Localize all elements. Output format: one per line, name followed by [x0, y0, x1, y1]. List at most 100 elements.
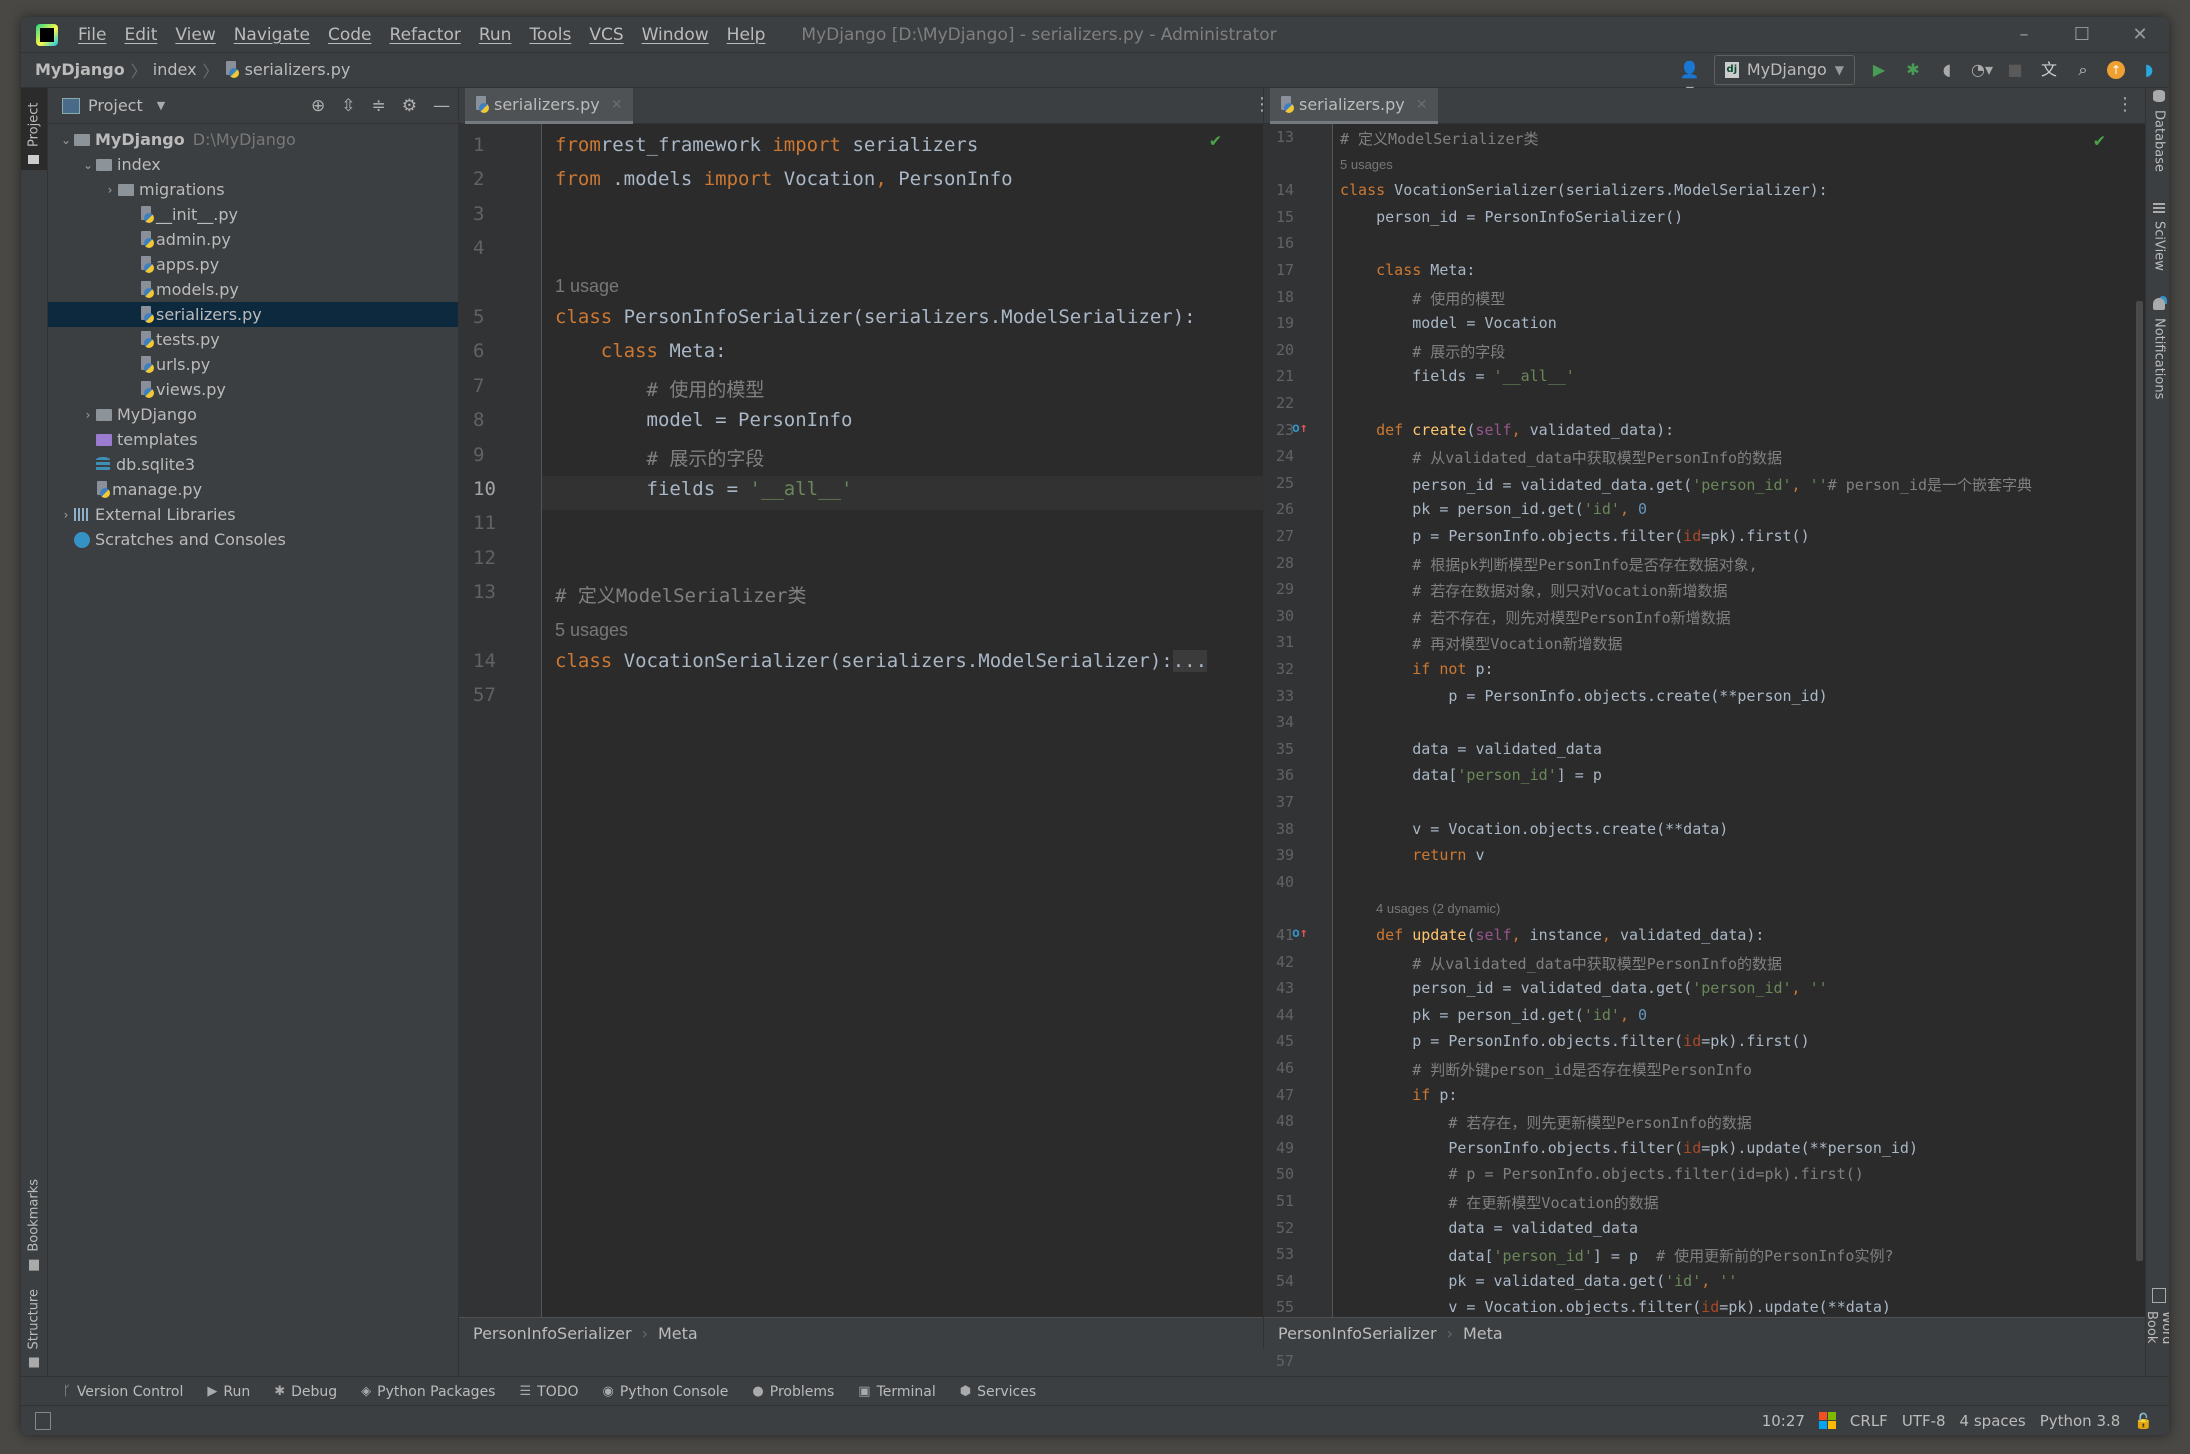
tree-item[interactable]: templates — [48, 427, 458, 452]
usages-hint[interactable]: 5 usages — [1340, 157, 1393, 172]
tool-window-run[interactable]: ▶ Run — [207, 1384, 250, 1400]
menu-code[interactable]: Code — [328, 25, 372, 45]
chevron-right-icon[interactable]: › — [58, 508, 74, 522]
sciview-tool-tab[interactable]: SciView — [2148, 203, 2169, 271]
notifications-tool-tab[interactable]: Notifications — [2148, 298, 2169, 399]
tool-window-debug[interactable]: ✱ Debug — [274, 1384, 337, 1400]
tool-window-problems[interactable]: ● Problems — [752, 1384, 834, 1400]
tree-item[interactable]: __init__.py — [48, 202, 458, 227]
toggle-tool-windows-icon[interactable] — [35, 1411, 51, 1430]
breadcrumb-file[interactable]: serializers.py — [245, 60, 351, 79]
chevron-down-icon[interactable]: ⌄ — [80, 158, 96, 172]
indent-setting[interactable]: 4 spaces — [1960, 1412, 2026, 1430]
tree-item[interactable]: models.py — [48, 277, 458, 302]
menu-view[interactable]: View — [175, 25, 215, 45]
close-tab-icon[interactable]: ✕ — [1416, 97, 1428, 113]
tree-item[interactable]: urls.py — [48, 352, 458, 377]
breadcrumb-class[interactable]: PersonInfoSerializer — [473, 1324, 632, 1343]
tool-window-terminal[interactable]: ▣ Terminal — [858, 1384, 935, 1400]
no-problems-check-icon[interactable]: ✔ — [1210, 130, 1221, 151]
coverage-icon[interactable]: ◖ — [1937, 60, 1957, 80]
tool-window-todo[interactable]: ☰ TODO — [519, 1384, 578, 1400]
menu-window[interactable]: Window — [642, 25, 709, 45]
override-method-icon[interactable]: o↑ — [1292, 421, 1308, 436]
breadcrumb-project[interactable]: MyDjango — [35, 60, 125, 79]
folded-code-placeholder[interactable]: ... — [1172, 650, 1208, 672]
python-interpreter[interactable]: Python 3.8 — [2040, 1412, 2121, 1430]
line-separator[interactable]: CRLF — [1850, 1412, 1888, 1430]
code-area[interactable]: 1 fromrest_framework import serializers 2 f… — [459, 124, 1283, 1348]
database-tool-tab[interactable]: Database — [2148, 90, 2169, 172]
menu-tools[interactable]: Tools — [529, 25, 571, 45]
menu-help[interactable]: Help — [727, 25, 766, 45]
structure-tool-tab[interactable]: Structure — [21, 1283, 47, 1373]
translate-icon[interactable]: 文 — [2039, 60, 2059, 80]
tree-item[interactable]: apps.py — [48, 252, 458, 277]
collapse-all-icon[interactable]: ≑ — [372, 96, 386, 116]
tree-item[interactable]: ⌄ index — [48, 152, 458, 177]
menu-navigate[interactable]: Navigate — [234, 25, 310, 45]
editor-tab[interactable]: serializers.py ✕ — [1270, 88, 1438, 124]
expand-all-icon[interactable]: ⇳ — [341, 96, 355, 116]
breadcrumb-folder[interactable]: index — [153, 60, 197, 79]
override-method-icon[interactable]: o↑ — [1292, 926, 1308, 941]
tree-item[interactable]: tests.py — [48, 327, 458, 352]
menu-file[interactable]: File — [78, 25, 106, 45]
tool-window-python-packages[interactable]: ◈ Python Packages — [361, 1384, 495, 1400]
minimize-button[interactable]: – — [1995, 17, 2053, 52]
breadcrumb-class[interactable]: PersonInfoSerializer — [1278, 1324, 1437, 1343]
chevron-down-icon[interactable]: ⌄ — [58, 133, 74, 147]
breadcrumb-meta[interactable]: Meta — [1463, 1324, 1503, 1343]
wordbook-tool-tab[interactable]: Word Book — [2144, 1288, 2169, 1378]
breadcrumb-meta[interactable]: Meta — [658, 1324, 698, 1343]
editor-tab[interactable]: serializers.py ✕ — [465, 88, 633, 124]
menu-run[interactable]: Run — [479, 25, 512, 45]
profile-icon[interactable]: ◔▾ — [1971, 60, 1993, 80]
chevron-right-icon[interactable]: › — [80, 408, 96, 422]
tree-item[interactable]: views.py — [48, 377, 458, 402]
tree-item[interactable]: serializers.py — [48, 302, 458, 327]
tree-item[interactable]: › MyDjango — [48, 402, 458, 427]
locate-icon[interactable]: ⊕ — [311, 96, 325, 116]
tool-window-python-console[interactable]: ◉ Python Console — [603, 1384, 729, 1400]
tree-item[interactable]: › migrations — [48, 177, 458, 202]
chevron-right-icon[interactable]: › — [102, 183, 118, 197]
tree-item[interactable]: db.sqlite3 — [48, 452, 458, 477]
usages-hint[interactable]: 4 usages (2 dynamic) — [1376, 901, 1500, 916]
close-tab-icon[interactable]: ✕ — [611, 97, 623, 113]
tool-window-version-control[interactable]: ᚴ Version Control — [63, 1384, 183, 1400]
project-tool-tab[interactable]: Project — [21, 88, 47, 170]
tree-item[interactable]: admin.py — [48, 227, 458, 252]
menu-vcs[interactable]: VCS — [589, 25, 623, 45]
stop-icon[interactable]: ■ — [2005, 60, 2025, 80]
chevron-down-icon[interactable]: ▼ — [157, 99, 165, 112]
caret-position[interactable]: 10:27 — [1762, 1412, 1805, 1430]
close-button[interactable]: ✕ — [2111, 17, 2169, 52]
menu-edit[interactable]: Edit — [124, 25, 157, 45]
usages-hint[interactable]: 5 usages — [555, 620, 628, 641]
debug-icon[interactable]: ✱ — [1903, 60, 1923, 80]
vertical-scrollbar[interactable] — [2136, 301, 2143, 1261]
tree-item[interactable]: › External Libraries — [48, 502, 458, 527]
usages-hint[interactable]: 1 usage — [555, 276, 619, 297]
bookmarks-tool-tab[interactable]: Bookmarks — [21, 1173, 47, 1277]
tree-item[interactable]: Scratches and Consoles — [48, 527, 458, 552]
lock-icon[interactable]: 🔓 — [2134, 1412, 2153, 1430]
update-icon[interactable]: ↑ — [2107, 60, 2125, 79]
project-view-select[interactable]: Project — [88, 96, 143, 115]
no-problems-check-icon[interactable]: ✔ — [2094, 130, 2105, 151]
tool-window-services[interactable]: ⬢ Services — [960, 1384, 1036, 1400]
maximize-button[interactable]: ☐ — [2053, 17, 2111, 52]
code-area[interactable]: 13 # 定义ModelSerializer类 5 usages 14 class Vo… — [1264, 124, 2146, 1370]
more-options-icon[interactable]: ⋮ — [2116, 94, 2134, 115]
menu-refactor[interactable]: Refactor — [390, 25, 461, 45]
tree-item[interactable]: manage.py — [48, 477, 458, 502]
search-icon[interactable]: ⌕ — [2073, 60, 2093, 80]
run-configuration-select[interactable]: dj MyDjango ▼ — [1713, 54, 1855, 85]
file-encoding[interactable]: UTF-8 — [1902, 1412, 1946, 1430]
plugin-icon[interactable]: ◗ — [2139, 60, 2159, 80]
hide-icon[interactable]: — — [433, 96, 450, 116]
user-icon[interactable]: 👤▾ — [1680, 60, 1700, 99]
gear-icon[interactable]: ⚙ — [402, 96, 417, 116]
run-icon[interactable]: ▶ — [1869, 60, 1889, 80]
